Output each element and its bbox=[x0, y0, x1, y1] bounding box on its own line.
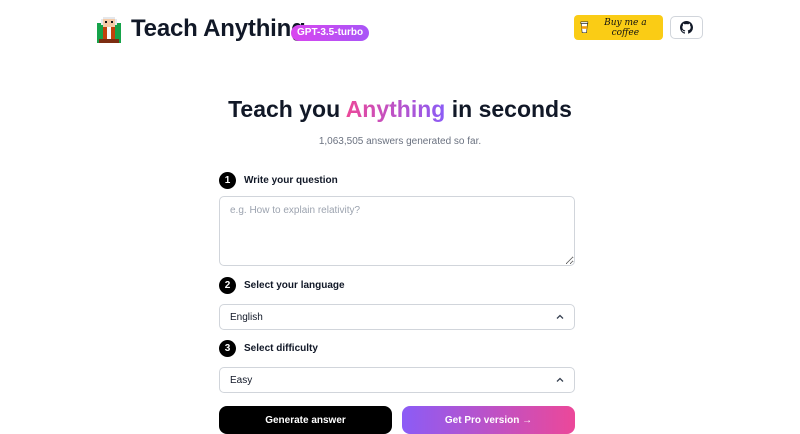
chevron-up-icon bbox=[556, 314, 564, 319]
language-select[interactable]: English bbox=[219, 304, 575, 330]
language-selected-value: English bbox=[230, 311, 263, 323]
github-button[interactable] bbox=[670, 16, 703, 39]
step-label: Select difficulty bbox=[244, 343, 318, 354]
difficulty-selected-value: Easy bbox=[230, 374, 253, 386]
hero-title-suffix: in seconds bbox=[445, 96, 572, 122]
header: Teach Anything GPT-3.5-turbo Buy me a co… bbox=[0, 0, 800, 60]
chevron-up-icon bbox=[556, 377, 564, 382]
hero-title-highlight: Anything bbox=[345, 96, 446, 122]
generate-answer-button[interactable]: Generate answer bbox=[219, 406, 392, 434]
teacher-logo-icon bbox=[97, 17, 121, 43]
step-number: 1 bbox=[219, 172, 236, 189]
get-pro-version-button[interactable]: Get Pro version → bbox=[402, 406, 575, 434]
answers-counter: 1,063,505 answers generated so far. bbox=[318, 136, 482, 147]
hero-title: Teach you Anything in seconds bbox=[0, 96, 800, 123]
step-label: Select your language bbox=[244, 280, 345, 291]
hero-title-prefix: Teach you bbox=[228, 96, 346, 122]
step-number: 2 bbox=[219, 277, 236, 294]
step-label: Write your question bbox=[244, 175, 338, 186]
brand-title: Teach Anything bbox=[131, 15, 306, 42]
buy-me-a-coffee-button[interactable]: Buy me a coffee bbox=[574, 15, 663, 40]
model-badge: GPT-3.5-turbo bbox=[291, 25, 370, 41]
step-number: 3 bbox=[219, 340, 236, 357]
github-icon bbox=[680, 21, 693, 34]
coffee-button-label: Buy me a coffee bbox=[604, 17, 647, 38]
difficulty-select[interactable]: Easy bbox=[219, 367, 575, 393]
step-difficulty: 3 Select difficulty bbox=[219, 340, 318, 357]
coffee-cup-icon bbox=[580, 21, 589, 33]
step-language: 2 Select your language bbox=[219, 277, 345, 294]
step-question: 1 Write your question bbox=[219, 172, 338, 189]
question-input[interactable] bbox=[219, 196, 575, 266]
